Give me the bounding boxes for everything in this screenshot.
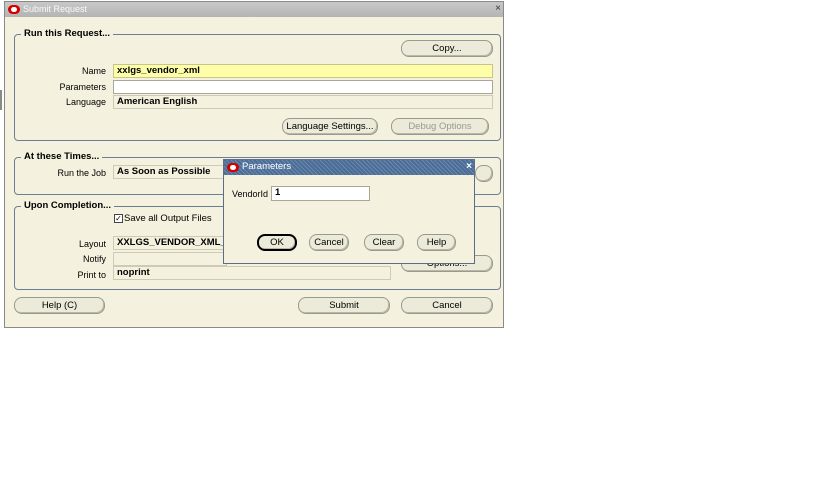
save-output-checkbox[interactable]: ✓	[114, 214, 123, 223]
name-label: Name	[81, 66, 106, 76]
notify-field[interactable]	[113, 252, 227, 266]
ok-button[interactable]: OK	[257, 234, 297, 251]
parameters-cancel-button[interactable]: Cancel	[309, 234, 349, 251]
parameters-help-button[interactable]: Help	[417, 234, 456, 251]
close-icon[interactable]: ×	[495, 3, 501, 14]
submit-request-titlebar[interactable]: Submit Request ×	[5, 2, 503, 17]
run-job-field[interactable]: As Soon as Possible	[113, 165, 227, 179]
upon-completion-group-title: Upon Completion...	[21, 200, 115, 211]
layout-label: Layout	[78, 239, 106, 249]
vendor-id-field[interactable]: 1	[271, 186, 370, 201]
window-title: Submit Request	[23, 4, 88, 14]
copy-button[interactable]: Copy...	[401, 40, 493, 57]
language-field[interactable]: American English	[113, 95, 493, 109]
parameters-dialog: Parameters × VendorId 1 OK Cancel Clear …	[223, 159, 475, 264]
parameters-label: Parameters	[59, 82, 106, 92]
cancel-button[interactable]: Cancel	[401, 297, 493, 314]
notify-label: Notify	[82, 254, 106, 264]
layout-field[interactable]: XXLGS_VENDOR_XML_T	[113, 236, 227, 250]
language-settings-button[interactable]: Language Settings...	[282, 118, 378, 135]
submit-button[interactable]: Submit	[298, 297, 390, 314]
save-output-label: Save all Output Files	[124, 213, 212, 224]
name-field[interactable]: xxlgs_vendor_xml	[113, 64, 493, 78]
parameters-field[interactable]	[113, 80, 493, 94]
debug-options-button[interactable]: Debug Options	[391, 118, 489, 135]
background-window-edge	[0, 90, 2, 110]
run-job-label: Run the Job	[57, 168, 106, 178]
clear-button[interactable]: Clear	[364, 234, 404, 251]
run-request-group-title: Run this Request...	[21, 28, 114, 39]
vendor-id-label: VendorId	[232, 189, 269, 199]
at-these-times-group-title: At these Times...	[21, 151, 103, 162]
print-to-field[interactable]: noprint	[113, 266, 391, 280]
oracle-logo-icon	[227, 163, 239, 172]
print-to-label: Print to	[77, 270, 106, 280]
parameters-dialog-title: Parameters	[242, 161, 292, 172]
parameters-titlebar[interactable]: Parameters ×	[224, 160, 474, 175]
oracle-logo-icon	[8, 5, 20, 14]
close-icon[interactable]: ×	[466, 161, 472, 172]
language-label: Language	[65, 97, 106, 107]
schedule-button[interactable]	[475, 165, 493, 182]
help-button[interactable]: Help (C)	[14, 297, 105, 314]
